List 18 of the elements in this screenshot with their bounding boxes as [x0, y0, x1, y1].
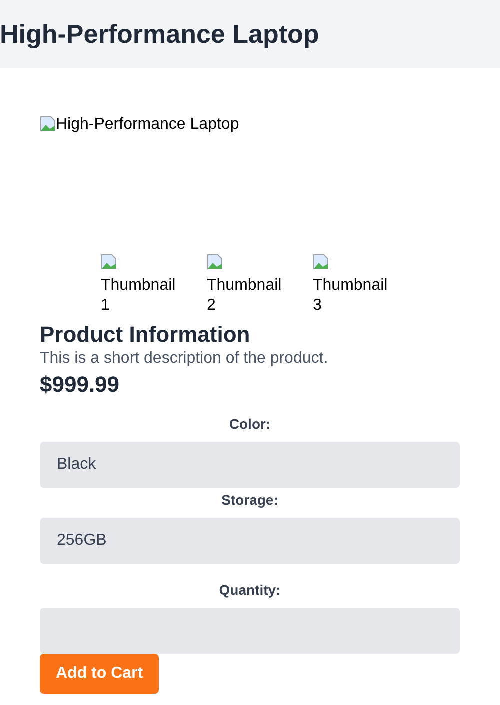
thumbnail-alt-text: Thumbnail 1 — [101, 277, 176, 314]
select-field[interactable]: Black — [40, 442, 460, 488]
select-field[interactable]: 256GB — [40, 518, 460, 564]
section-heading: Product Information — [40, 322, 252, 348]
image-alt-text: High-Performance Laptop — [56, 116, 240, 134]
product-price: $999.99 — [40, 372, 121, 398]
field-label: Color: — [228, 416, 272, 432]
broken-image-icon — [101, 254, 117, 270]
broken-image-icon — [313, 254, 329, 270]
broken-image-icon — [40, 116, 56, 132]
field-label: Quantity: — [218, 582, 282, 598]
page-title: High-Performance Laptop — [0, 18, 320, 50]
broken-image-icon — [207, 254, 223, 270]
thumbnail-alt-text: Thumbnail 2 — [207, 277, 282, 314]
thumbnail-alt-text: Thumbnail 3 — [313, 277, 388, 314]
product-description: This is a short description of the product. — [40, 350, 330, 368]
input-field[interactable] — [40, 608, 460, 654]
field-label: Storage: — [220, 492, 280, 508]
